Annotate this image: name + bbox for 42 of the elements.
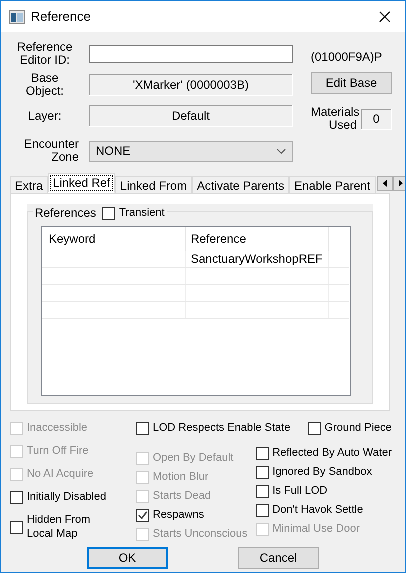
tab[interactable]: Activate Parents [192, 176, 290, 193]
dialog-button[interactable]: Cancel [238, 547, 319, 569]
column-header[interactable]: Keyword [42, 227, 186, 251]
tab[interactable]: Extra [10, 176, 48, 193]
tab[interactable]: Enable Parent [289, 176, 376, 193]
tab[interactable]: Linked Ref [48, 173, 116, 193]
tab[interactable]: Linked From [115, 176, 192, 193]
edit-base-button[interactable]: Edit Base [311, 72, 392, 94]
field-label: Reference Editor ID: [16, 41, 74, 67]
tab-scroll-right-button[interactable] [392, 176, 405, 191]
triangle-left-icon [382, 180, 387, 187]
checkbox[interactable]: Respawns [136, 508, 256, 522]
materials-used-field: 0 [361, 108, 392, 130]
window-icon [9, 10, 25, 24]
chevron-down-icon [277, 148, 286, 154]
field-label: Encounter Zone [23, 138, 80, 164]
dialog-button[interactable]: OK [87, 547, 168, 569]
column-header[interactable]: Reference [186, 227, 329, 251]
checkbox[interactable]: LOD Respects Enable State [136, 421, 291, 435]
table-cell-text: SanctuaryWorkshopREF [191, 251, 323, 268]
input-field[interactable] [89, 45, 293, 63]
checkbox[interactable]: Don't Havok Settle [256, 503, 392, 517]
field-label: Layer: [27, 110, 63, 122]
triangle-right-icon [398, 180, 403, 187]
checkmark-icon [138, 510, 148, 520]
checkbox[interactable]: Initially Disabled [10, 490, 136, 504]
checkbox[interactable]: Transient [102, 206, 165, 220]
dropdown[interactable]: NONE [89, 140, 293, 162]
checkbox[interactable]: Reflected By Auto Water [256, 446, 392, 460]
tab-scroll-left-button[interactable] [376, 176, 393, 191]
checkbox[interactable]: Ignored By Sandbox [256, 465, 392, 479]
value-field: Default [89, 105, 293, 127]
close-icon [379, 10, 391, 22]
window-title: Reference [31, 8, 91, 26]
checkbox[interactable]: Ground Piece [308, 421, 392, 435]
checkbox[interactable]: Hidden From Local Map [10, 513, 136, 541]
group-title: References [35, 205, 96, 222]
field-label: Base Object: [24, 72, 65, 98]
form-id: (01000F9A)P [311, 49, 384, 62]
materials-used-label: Materials Used [311, 106, 357, 132]
checkbox[interactable]: Is Full LOD [256, 484, 392, 498]
value-field: 'XMarker' (0000003B) [89, 74, 293, 96]
